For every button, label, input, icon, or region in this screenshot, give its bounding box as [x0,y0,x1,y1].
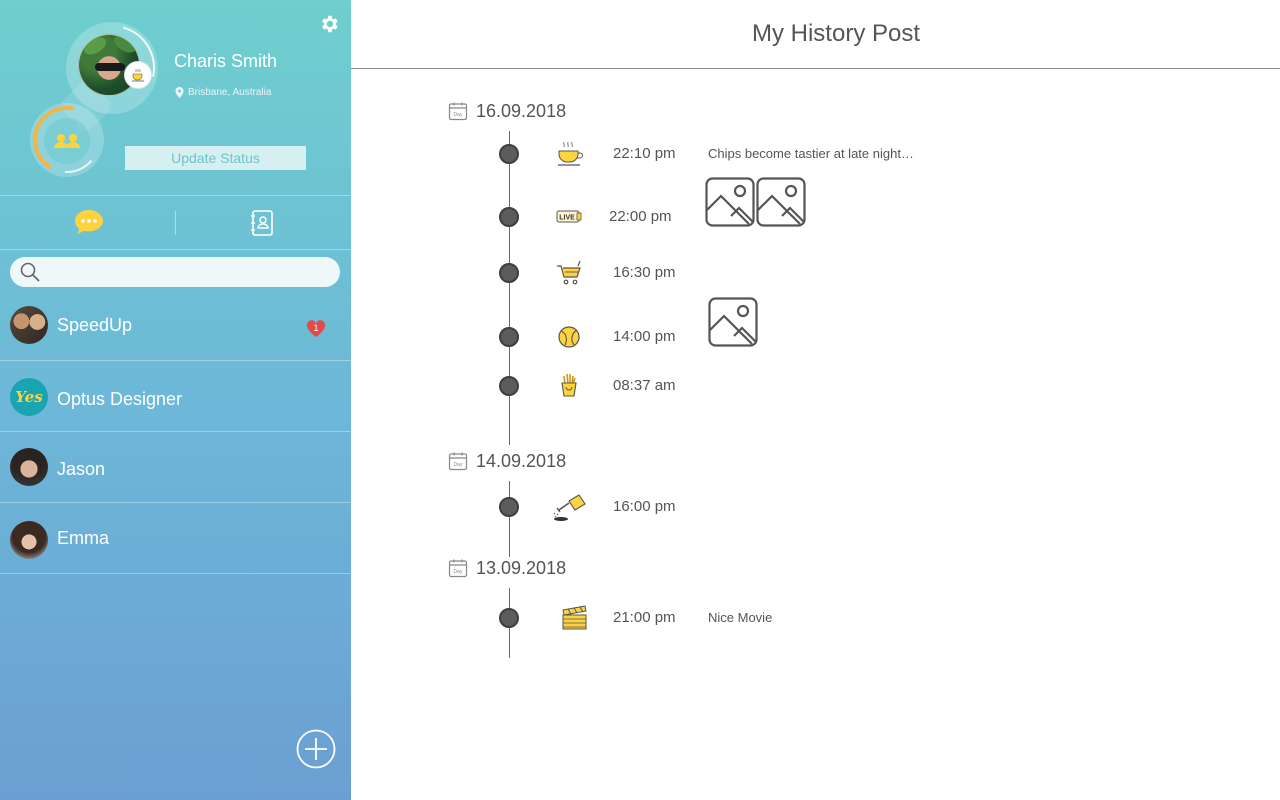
entry-time: 14:00 pm [613,328,676,345]
history-entry[interactable]: 16:30 pm [351,253,1280,293]
timeline-dot [499,144,519,164]
update-status-button[interactable]: Update Status [125,146,306,170]
avatar-logo-text: Yes [15,388,43,406]
entry-time: 16:30 pm [613,264,676,281]
avatar [10,306,48,344]
entry-note: Chips become tastier at late night… [708,146,914,161]
unread-badge: 1 [306,320,326,338]
shopping-cart-icon [557,260,581,285]
chat-name: SpeedUp [57,315,133,335]
search-bar[interactable] [10,257,340,287]
date-header: Day 13.09.2018 [448,557,566,579]
history-entry[interactable]: LIVE 22:00 pm [351,197,1280,237]
chat-name: Optus Designer [57,389,183,409]
tab-separator [175,211,176,235]
coffee-cup-icon [558,141,583,166]
timeline-dot [499,207,519,227]
search-input[interactable] [46,261,331,283]
entry-time: 21:00 pm [613,609,676,626]
history-entry[interactable]: 14:00 pm [351,317,1280,357]
clapperboard-icon [562,605,587,630]
divider [0,249,351,250]
profile-location: Brisbane, Australia [175,87,271,98]
group-icon[interactable] [44,118,90,164]
date-text: 13.09.2018 [476,557,567,578]
gear-icon[interactable] [318,13,340,35]
timeline-dot [499,497,519,517]
status-coffee-icon[interactable] [124,61,152,89]
history-entry[interactable]: 22:10 pm Chips become tastier at late ni… [351,134,1280,174]
chat-name: Emma [57,528,110,548]
timeline-dot [499,327,519,347]
page-title: My History Post [751,20,921,47]
divider [0,195,351,196]
entry-time: 08:37 am [613,377,676,394]
image-placeholder-icon[interactable] [756,177,806,227]
calendar-icon: Day [448,559,468,578]
avatar [10,448,48,486]
sidebar: Charis Smith Brisbane, Australia Update … [0,0,351,800]
svg-text:Day: Day [454,569,463,575]
location-text: Brisbane, Australia [188,87,272,98]
date-header: Day 16.09.2018 [448,100,566,122]
date-text: 16.09.2018 [476,100,567,121]
unread-count: 1 [313,323,319,333]
history-entry[interactable]: 21:00 pm Nice Movie [351,598,1280,638]
history-panel: My History Post Day 16.09.2018 22:10 pm … [351,0,1280,800]
entry-time: 22:10 pm [613,145,676,162]
contacts-book-icon[interactable] [248,209,276,237]
history-entry[interactable]: 08:37 am [351,366,1280,406]
entry-time: 22:00 pm [609,208,672,225]
chat-item-emma[interactable]: Emma [0,503,351,574]
chat-item-optus-designer[interactable]: Yes Optus Designer [0,361,351,432]
location-pin-icon [175,87,184,98]
timeline-dot [499,263,519,283]
avatar [10,521,48,559]
live-icon-text: LIVE [559,215,575,222]
chat-list: SpeedUp 1 Yes Optus Designer Jason Emma [0,290,351,574]
calendar-icon: Day [448,102,468,121]
image-placeholder-icon[interactable] [705,177,755,227]
entry-time: 16:00 pm [613,498,676,515]
chat-bubble-icon[interactable] [72,207,106,237]
profile-name: Charis Smith [174,51,278,71]
timeline-dot [499,376,519,396]
entry-note: Nice Movie [708,610,773,625]
tennis-ball-icon [558,326,580,348]
svg-text:Day: Day [454,462,463,468]
live-badge-icon: LIVE [556,210,582,223]
chat-item-speedup[interactable]: SpeedUp 1 [0,290,351,361]
svg-text:Day: Day [454,112,463,118]
chat-name: Jason [57,459,106,479]
title-divider [351,68,1280,69]
timeline-dot [499,608,519,628]
date-text: 14.09.2018 [476,450,567,471]
add-button[interactable] [296,729,336,769]
avatar: Yes [10,378,48,416]
watering-can-icon [553,494,586,521]
search-icon [20,262,40,282]
fries-icon [561,373,577,397]
image-placeholder-icon[interactable] [708,297,758,347]
history-entry[interactable]: 16:00 pm [351,487,1280,527]
chat-item-jason[interactable]: Jason [0,432,351,503]
date-header: Day 14.09.2018 [448,450,566,472]
calendar-icon: Day [448,452,468,471]
